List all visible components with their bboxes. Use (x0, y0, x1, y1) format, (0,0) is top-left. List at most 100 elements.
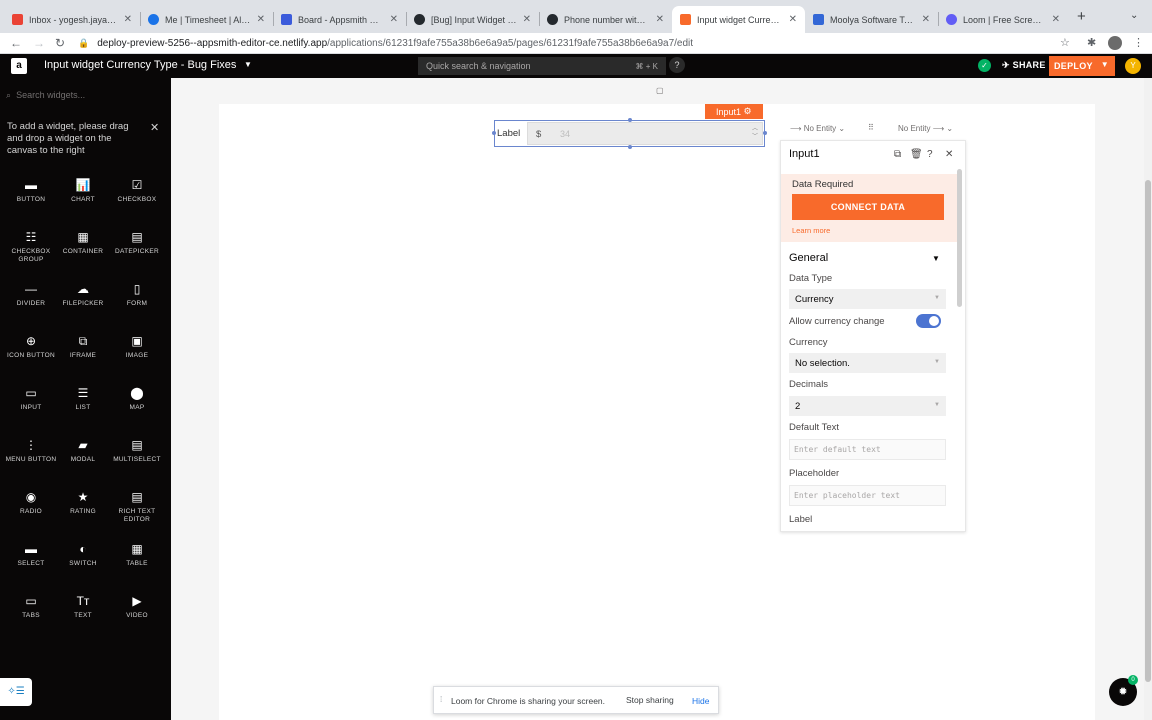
widget-divider[interactable]: — DIVIDER (5, 282, 57, 308)
section-general-title[interactable]: General (789, 252, 828, 264)
forward-icon[interactable]: → (33, 36, 45, 50)
resize-handle[interactable] (492, 131, 496, 135)
browser-tab-github-bug[interactable]: [Bug] Input Widget - Cu ✕ (406, 6, 539, 33)
currency-input[interactable]: $ 34 ︿ ﹀ (527, 122, 763, 145)
drag-handle-icon[interactable]: ⠿ (868, 123, 874, 132)
widget-container[interactable]: ▦ CONTAINER (57, 230, 109, 256)
default-text-input[interactable]: Enter default text (789, 439, 946, 460)
widget-checkbox-group[interactable]: ☷ CHECKBOX GROUP (5, 230, 57, 264)
widget-table[interactable]: ▦ TABLE (111, 542, 163, 568)
decimals-select[interactable]: 2 ▼ (789, 396, 946, 416)
widget-button[interactable]: ▬ BUTTON (5, 178, 57, 204)
help-icon[interactable]: ? (669, 57, 685, 73)
learn-more-link[interactable]: Learn more (792, 226, 830, 235)
widget-radio[interactable]: ◉ RADIO (5, 490, 57, 516)
close-icon[interactable]: ✕ (390, 14, 398, 25)
help-icon[interactable]: ? (927, 149, 933, 160)
stop-sharing-button[interactable]: Stop sharing (620, 690, 680, 711)
widget-menu-button[interactable]: ⋮ MENU BUTTON (5, 438, 57, 464)
widget-search-input[interactable]: ⌕ Search widgets... (6, 90, 85, 101)
widget-image[interactable]: ▣ IMAGE (111, 334, 163, 360)
appsmith-logo[interactable]: a (11, 58, 27, 74)
close-icon[interactable]: ✕ (945, 149, 953, 160)
close-icon[interactable]: ✕ (789, 14, 797, 25)
widget-form[interactable]: ▯ FORM (111, 282, 163, 308)
widget-checkbox[interactable]: ☑ CHECKBOX (111, 178, 163, 204)
widget-video[interactable]: ▶ VIDEO (111, 594, 163, 620)
page-scrollbar[interactable] (1144, 78, 1152, 720)
user-avatar[interactable]: Y (1125, 58, 1141, 74)
widget-text[interactable]: Tт TEXT (57, 594, 109, 620)
widget-datepicker[interactable]: ▤ DATEPICKER (111, 230, 163, 256)
back-icon[interactable]: ← (10, 36, 22, 50)
share-button[interactable]: ✈ SHARE (1002, 60, 1046, 71)
widget-tabs[interactable]: ▭ TABS (5, 594, 57, 620)
outgoing-entity[interactable]: No Entity ⟶ ⌄ (898, 124, 953, 133)
resize-handle[interactable] (628, 145, 632, 149)
chevron-down-icon[interactable]: ▼ (932, 254, 940, 263)
close-icon[interactable]: ✕ (150, 121, 159, 134)
close-icon[interactable]: ✕ (124, 14, 132, 25)
currency-select[interactable]: No selection. ▼ (789, 353, 946, 373)
quick-search-input[interactable]: Quick search & navigation ⌘ + K (418, 57, 666, 75)
collapse-icon[interactable]: ▢ (656, 86, 664, 95)
widget-input[interactable]: ▭ INPUT (5, 386, 57, 412)
widget-rich-text-editor[interactable]: ▤ RICH TEXT EDITOR (111, 490, 163, 524)
browser-tab-moolya[interactable]: Moolya Software Testing ✕ (805, 6, 938, 33)
currency-symbol[interactable]: $ (536, 129, 541, 140)
resize-handle[interactable] (628, 118, 632, 122)
widget-filepicker[interactable]: ☁ FILEPICKER (57, 282, 109, 308)
data-type-select[interactable]: Currency ▼ (789, 289, 946, 309)
property-pane-scrollbar[interactable] (957, 169, 962, 307)
delete-icon[interactable]: 🗑 (910, 149, 923, 160)
deploy-options-icon[interactable]: ▼ (1101, 60, 1109, 69)
new-tab-button[interactable]: + (1077, 8, 1086, 25)
browser-tab-gmail[interactable]: Inbox - yogesh.jayaseelan ✕ (4, 6, 140, 33)
widget-rating[interactable]: ★ RATING (57, 490, 109, 516)
help-widget-icon[interactable]: ✧☰ (0, 678, 32, 706)
deploy-button[interactable]: DEPLOY ▼ (1049, 56, 1115, 76)
widget-switch[interactable]: ◐ SWITCH (57, 542, 109, 568)
widget-multiselect[interactable]: ▤ MULTISELECT (111, 438, 163, 464)
url-field[interactable]: 🔒 deploy-preview-5256--appsmith-editor-c… (78, 34, 1078, 52)
allow-currency-change-toggle[interactable] (916, 314, 941, 328)
browser-tab-zenhub[interactable]: Board - Appsmith UI Bugs ✕ (273, 6, 406, 33)
gear-icon[interactable]: ⚙ (744, 106, 752, 117)
stepper-icon[interactable]: ︿ ﹀ (752, 125, 758, 141)
close-icon[interactable]: ✕ (257, 14, 265, 25)
widget-name-tag[interactable]: Input1 ⚙ (705, 104, 763, 119)
browser-tab-appsmith-active[interactable]: Input widget Currency ✕ (672, 6, 805, 33)
property-pane-title[interactable]: Input1 (789, 148, 820, 160)
tab-search-icon[interactable]: ⌄ (1130, 10, 1138, 21)
drag-grip-icon[interactable]: ⁞ (440, 695, 442, 704)
browser-tab-timesheet[interactable]: Me | Timesheet | All-time ✕ (140, 6, 273, 33)
profile-avatar[interactable] (1108, 36, 1122, 50)
copy-icon[interactable]: ⧉ (894, 149, 901, 160)
incoming-entity[interactable]: ⟶ No Entity ⌄ (790, 124, 845, 133)
browser-tab-loom[interactable]: Loom | Free Screen & V ✕ (938, 6, 1068, 33)
close-icon[interactable]: ✕ (523, 14, 531, 25)
app-name[interactable]: Input widget Currency Type - Bug Fixes (44, 59, 236, 71)
scrollbar-thumb[interactable] (1145, 180, 1151, 682)
reload-icon[interactable]: ↻ (55, 36, 65, 50)
support-chat-button[interactable]: ✹ 0 (1109, 675, 1138, 706)
browser-tab-github-phone[interactable]: Phone number with ISD ✕ (539, 6, 672, 33)
widget-modal[interactable]: ▰ MODAL (57, 438, 109, 464)
chrome-menu-icon[interactable]: ⋮ (1133, 36, 1144, 49)
chevron-down-icon[interactable]: ▼ (244, 60, 252, 69)
widget-icon-button[interactable]: ⊕ ICON BUTTON (5, 334, 57, 360)
resize-handle[interactable] (763, 131, 767, 135)
hide-button[interactable]: Hide (692, 696, 709, 706)
widget-map[interactable]: ⬤ MAP (111, 386, 163, 412)
placeholder-input[interactable]: Enter placeholder text (789, 485, 946, 506)
extensions-icon[interactable]: ✱ (1087, 36, 1096, 49)
widget-iframe[interactable]: ⧉ IFRAME (57, 334, 109, 360)
close-icon[interactable]: ✕ (1052, 14, 1060, 25)
bookmark-star-icon[interactable]: ☆ (1060, 36, 1070, 49)
input-widget[interactable]: Label $ 34 ︿ ﹀ (494, 120, 765, 147)
widget-select[interactable]: ▬ SELECT (5, 542, 57, 568)
connect-data-button[interactable]: CONNECT DATA (792, 194, 944, 220)
close-icon[interactable]: ✕ (656, 14, 664, 25)
widget-chart[interactable]: 📊 CHART (57, 178, 109, 204)
widget-list[interactable]: ☰ LIST (57, 386, 109, 412)
